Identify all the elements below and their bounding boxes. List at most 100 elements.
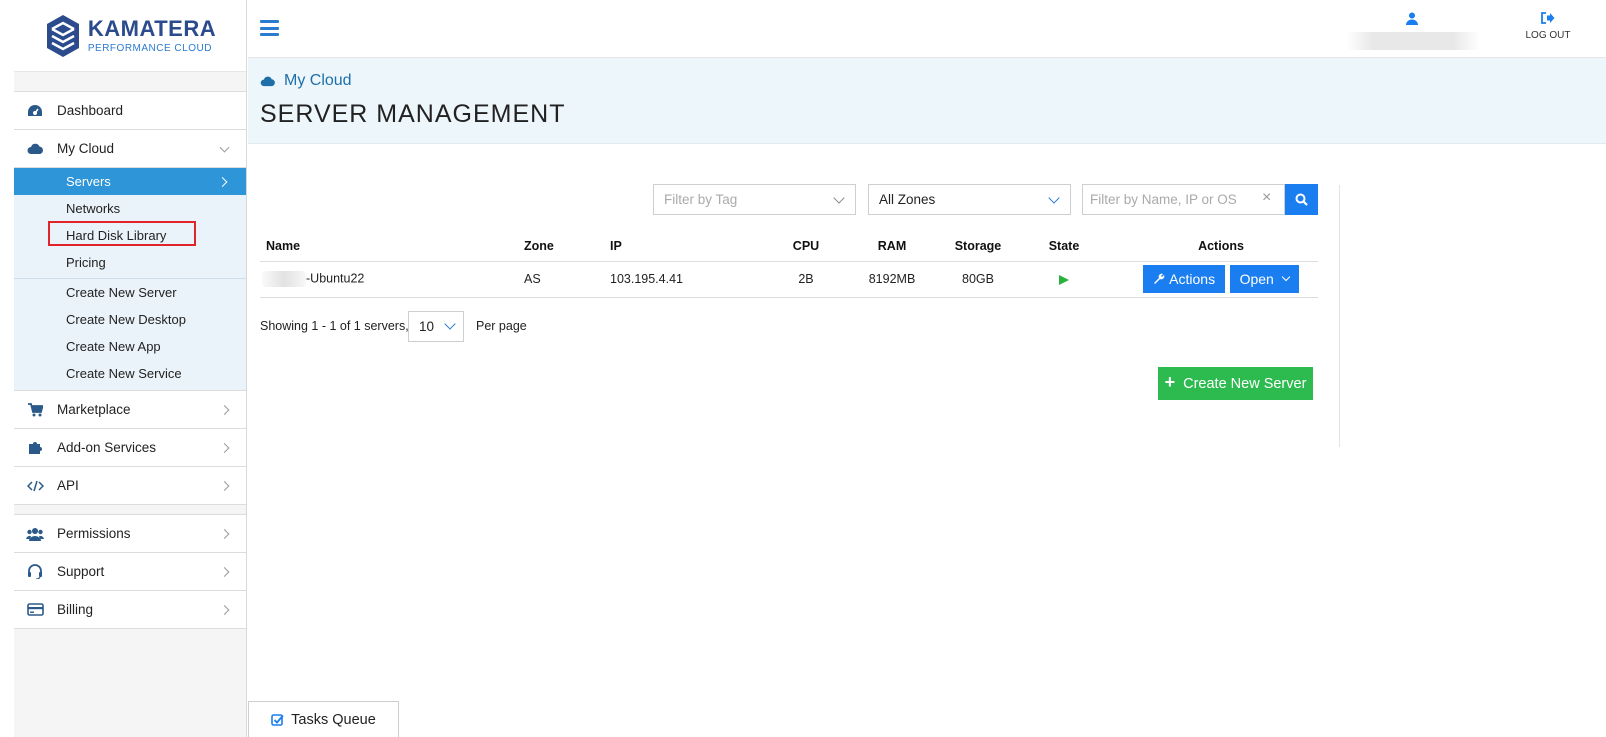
per-page-value: 10 (419, 319, 435, 334)
my-cloud-submenu: Servers Networks Hard Disk Library Prici… (14, 168, 246, 391)
chevron-right-icon (219, 604, 230, 615)
cloud-icon (260, 76, 275, 86)
subitem-label: Servers (66, 174, 111, 189)
chevron-right-icon (219, 442, 230, 453)
sidebar-subitem-pricing[interactable]: Pricing (14, 249, 246, 276)
credit-card-icon (26, 603, 44, 617)
chevron-down-icon (219, 142, 230, 153)
kamatera-logo-icon (46, 14, 79, 57)
subitem-label: Create New Server (66, 285, 177, 300)
sidebar-subitem-hard-disk-library[interactable]: Hard Disk Library (14, 221, 246, 249)
server-ram-cell: 8192MB (832, 261, 952, 298)
brand-logo[interactable]: KAMATERA PERFORMANCE CLOUD (14, 0, 246, 72)
sidebar-item-billing[interactable]: Billing (14, 591, 246, 629)
column-header-state[interactable]: State (1004, 231, 1124, 262)
sidebar-item-marketplace[interactable]: Marketplace (14, 391, 246, 429)
brand-tagline: PERFORMANCE CLOUD (87, 42, 212, 54)
sidebar-item-label: Dashboard (57, 103, 124, 118)
tasks-queue-label: Tasks Queue (291, 711, 376, 728)
sidebar-item-api[interactable]: API (14, 467, 246, 505)
sidebar-item-permissions[interactable]: Permissions (14, 515, 246, 553)
code-icon (26, 479, 44, 493)
tag-filter-select[interactable]: Filter by Tag (653, 184, 856, 215)
checkbox-checked-icon (271, 714, 284, 726)
sidebar-item-label: My Cloud (57, 141, 115, 156)
chevron-right-icon (219, 528, 230, 539)
brand-name: KAMATERA (87, 15, 217, 41)
breadcrumb-label: My Cloud (284, 72, 352, 89)
search-input[interactable] (1082, 184, 1285, 215)
server-ip-cell: 103.195.4.41 (610, 261, 780, 298)
cart-icon (26, 402, 44, 417)
column-header-storage[interactable]: Storage (952, 231, 1004, 262)
server-name-redacted (262, 271, 306, 287)
subitem-label: Create New Service (66, 366, 182, 381)
chevron-down-icon (444, 318, 456, 330)
server-name-suffix: -Ubuntu22 (306, 271, 365, 286)
page-title: SERVER MANAGEMENT (260, 100, 566, 128)
dashboard-icon (26, 104, 44, 118)
server-storage-cell: 80GB (952, 261, 1004, 298)
puzzle-icon (26, 441, 44, 455)
clear-search-icon[interactable]: × (1262, 189, 1271, 207)
sidebar-subitem-create-new-app[interactable]: Create New App (14, 333, 246, 360)
sidebar-item-label: API (57, 478, 79, 493)
breadcrumb[interactable]: My Cloud (260, 72, 352, 90)
subitem-label: Create New Desktop (66, 312, 186, 327)
sidebar-item-dashboard[interactable]: Dashboard (14, 92, 246, 130)
logout-button[interactable]: LOG OUT (1518, 12, 1578, 41)
column-header-ram[interactable]: RAM (832, 231, 952, 262)
create-new-server-button[interactable]: + Create New Server (1158, 367, 1313, 400)
sidebar-item-add-on-services[interactable]: Add-on Services (14, 429, 246, 467)
servers-table: Name Zone IP CPU RAM Storage State Actio… (260, 231, 1318, 298)
sidebar-subitem-create-new-server[interactable]: Create New Server (14, 279, 246, 306)
logout-icon (1541, 12, 1555, 24)
search-icon (1295, 193, 1308, 206)
sidebar-subitem-create-new-service[interactable]: Create New Service (14, 360, 246, 387)
server-name-cell[interactable]: -Ubuntu22 (260, 261, 524, 298)
sidebar-subitem-networks[interactable]: Networks (14, 195, 246, 222)
tasks-queue-tab[interactable]: Tasks Queue (248, 701, 399, 737)
actions-button[interactable]: Actions (1143, 265, 1226, 293)
sidebar-item-my-cloud[interactable]: My Cloud (14, 130, 246, 168)
column-header-ip[interactable]: IP (610, 231, 780, 262)
open-button-label: Open (1239, 271, 1274, 287)
search-button[interactable] (1285, 184, 1318, 215)
sidebar-item-support[interactable]: Support (14, 553, 246, 591)
page-header: My Cloud SERVER MANAGEMENT (248, 58, 1606, 144)
chevron-down-icon (833, 192, 845, 204)
per-page-select[interactable]: 10 (408, 311, 464, 342)
column-header-cpu[interactable]: CPU (780, 231, 832, 262)
top-bar: LOG OUT (248, 0, 1606, 58)
running-state-icon (1059, 274, 1069, 285)
plus-icon: + (1164, 372, 1176, 392)
sidebar: KAMATERA PERFORMANCE CLOUD Dashboard My … (14, 0, 247, 737)
chevron-right-icon (219, 480, 230, 491)
tag-filter-placeholder: Filter by Tag (664, 192, 738, 207)
zone-filter-value: All Zones (879, 192, 936, 207)
open-dropdown-button[interactable]: Open (1229, 265, 1299, 293)
column-header-name[interactable]: Name (260, 231, 524, 262)
user-menu[interactable] (1346, 10, 1480, 50)
sidebar-item-label: Marketplace (57, 402, 131, 417)
chevron-down-icon (1281, 272, 1291, 282)
column-header-zone[interactable]: Zone (524, 231, 610, 262)
sidebar-subitem-servers[interactable]: Servers (14, 168, 246, 195)
chevron-right-icon (219, 404, 230, 415)
zone-filter-select[interactable]: All Zones (868, 184, 1071, 215)
menu-toggle-icon[interactable] (260, 20, 279, 36)
main-content: Filter by Tag All Zones × Name Zone IP C… (248, 145, 1606, 737)
sidebar-item-label: Billing (57, 602, 94, 617)
table-header-row: Name Zone IP CPU RAM Storage State Actio… (260, 231, 1318, 262)
highlight-box (48, 221, 196, 246)
chevron-right-icon (219, 566, 230, 577)
table-row[interactable]: -Ubuntu22 AS 103.195.4.41 2B 8192MB 80GB… (260, 261, 1318, 298)
subitem-label: Networks (66, 201, 121, 216)
users-icon (26, 527, 44, 541)
sidebar-item-label: Support (57, 564, 105, 579)
chevron-right-icon (217, 176, 228, 187)
sidebar-subitem-create-new-desktop[interactable]: Create New Desktop (14, 306, 246, 333)
per-page-label: Per page (476, 319, 527, 333)
server-zone-cell: AS (524, 261, 610, 298)
actions-button-label: Actions (1169, 271, 1216, 287)
